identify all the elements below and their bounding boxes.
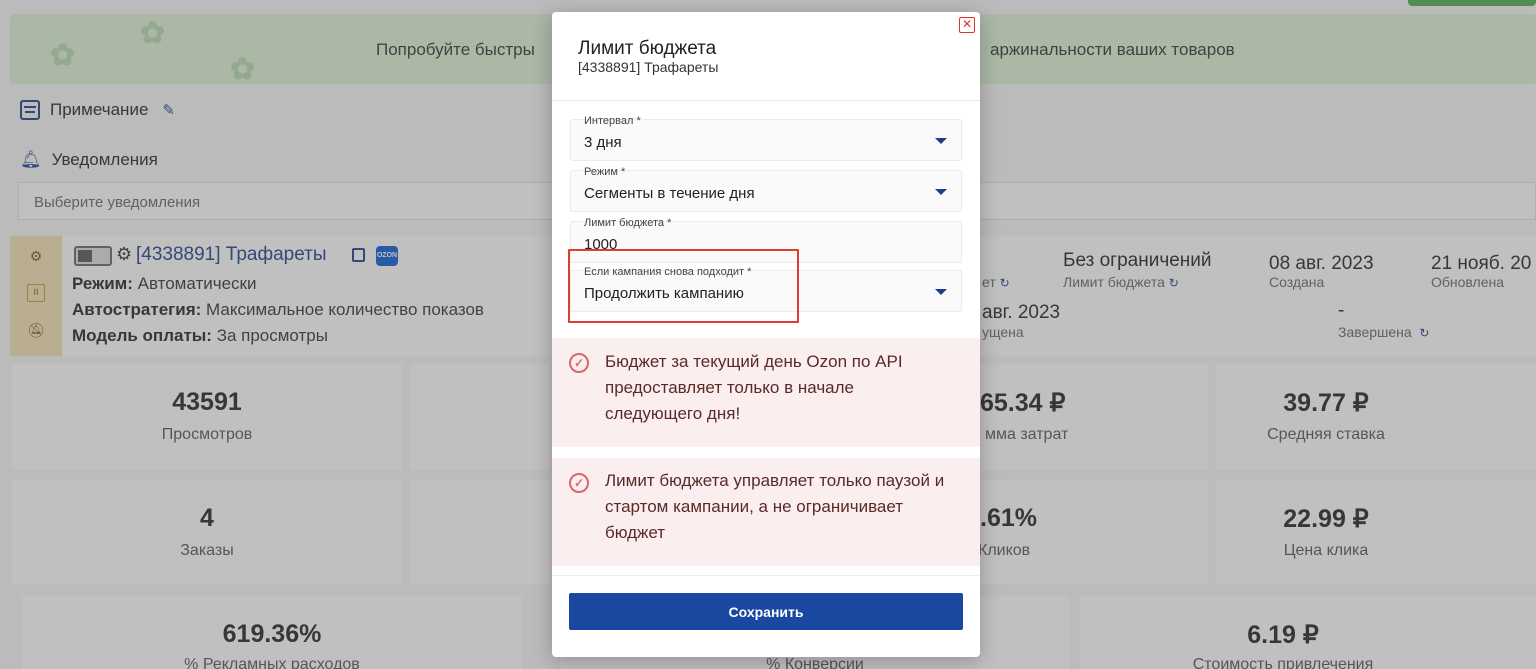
dialog-title: Лимит бюджета bbox=[578, 38, 717, 59]
alert-text: Лимит бюджета управляет только паузой и … bbox=[605, 471, 945, 542]
campaign-again-select[interactable]: Если кампания снова подходит * Продолжит… bbox=[570, 266, 962, 312]
divider bbox=[552, 575, 980, 576]
budget-limit-label: Лимит бюджета * bbox=[584, 217, 672, 229]
check-circle-icon: ✓ bbox=[569, 353, 589, 373]
caret-down-icon bbox=[935, 289, 947, 295]
divider bbox=[552, 100, 980, 101]
campaign-again-value: Продолжить кампанию bbox=[584, 285, 744, 302]
info-alert: ✓ Бюджет за текущий день Ozon по API пре… bbox=[552, 338, 980, 447]
close-icon[interactable]: ✕ bbox=[959, 17, 975, 33]
mode-value: Сегменты в течение дня bbox=[584, 185, 755, 202]
campaign-again-label: Если кампания снова подходит * bbox=[584, 266, 752, 278]
mode-select[interactable]: Режим * Сегменты в течение дня bbox=[570, 166, 962, 212]
save-button[interactable]: Сохранить bbox=[569, 593, 963, 630]
alert-text: Бюджет за текущий день Ozon по API предо… bbox=[605, 352, 903, 423]
mode-label: Режим * bbox=[584, 166, 626, 178]
caret-down-icon bbox=[935, 189, 947, 195]
budget-limit-input[interactable]: Лимит бюджета * 1000 bbox=[570, 217, 962, 263]
caret-down-icon bbox=[935, 138, 947, 144]
budget-limit-value: 1000 bbox=[584, 236, 618, 253]
check-circle-icon: ✓ bbox=[569, 473, 589, 493]
interval-select[interactable]: Интервал * 3 дня bbox=[570, 115, 962, 161]
dialog-subtitle: [4338891] Трафареты bbox=[578, 59, 719, 75]
info-alert: ✓ Лимит бюджета управляет только паузой … bbox=[552, 458, 980, 566]
budget-limit-dialog: ✕ Лимит бюджета [4338891] Трафареты Инте… bbox=[552, 12, 980, 657]
interval-value: 3 дня bbox=[584, 134, 622, 151]
interval-label: Интервал * bbox=[584, 115, 641, 127]
